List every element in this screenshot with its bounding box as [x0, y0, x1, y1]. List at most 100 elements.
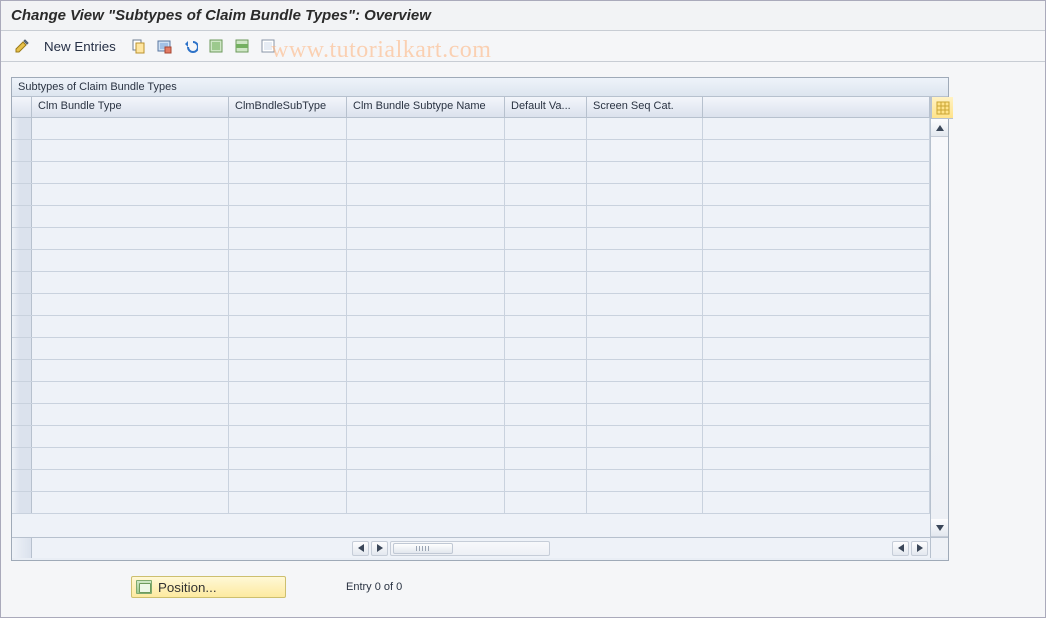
cell-clm-bundle-subtype-name[interactable]: [347, 338, 505, 359]
cell-screen-seq-cat[interactable]: [587, 470, 703, 491]
row-selector[interactable]: [12, 382, 32, 403]
row-selector[interactable]: [12, 184, 32, 205]
cell-clm-bundle-subtype-name[interactable]: [347, 360, 505, 381]
column-header-clm-bundle-subtype-name[interactable]: Clm Bundle Subtype Name: [347, 97, 505, 117]
cell-clm-bndle-subtype[interactable]: [229, 272, 347, 293]
cell-screen-seq-cat[interactable]: [587, 426, 703, 447]
cell-clm-bundle-subtype-name[interactable]: [347, 228, 505, 249]
cell-clm-bundle-subtype-name[interactable]: [347, 162, 505, 183]
cell-clm-bndle-subtype[interactable]: [229, 162, 347, 183]
table-settings-button[interactable]: [931, 97, 953, 119]
hscroll-track[interactable]: [390, 541, 550, 556]
cell-clm-bundle-subtype-name[interactable]: [347, 492, 505, 513]
cell-clm-bndle-subtype[interactable]: [229, 184, 347, 205]
cell-clm-bndle-subtype[interactable]: [229, 206, 347, 227]
cell-default-value[interactable]: [505, 206, 587, 227]
cell-default-value[interactable]: [505, 140, 587, 161]
cell-clm-bndle-subtype[interactable]: [229, 140, 347, 161]
cell-screen-seq-cat[interactable]: [587, 184, 703, 205]
row-selector[interactable]: [12, 294, 32, 315]
cell-clm-bundle-subtype-name[interactable]: [347, 426, 505, 447]
cell-clm-bundle-subtype-name[interactable]: [347, 140, 505, 161]
cell-clm-bndle-subtype[interactable]: [229, 250, 347, 271]
cell-screen-seq-cat[interactable]: [587, 338, 703, 359]
cell-default-value[interactable]: [505, 470, 587, 491]
cell-default-value[interactable]: [505, 272, 587, 293]
cell-clm-bundle-subtype-name[interactable]: [347, 316, 505, 337]
new-entries-button[interactable]: New Entries: [37, 36, 123, 56]
cell-screen-seq-cat[interactable]: [587, 316, 703, 337]
cell-clm-bndle-subtype[interactable]: [229, 470, 347, 491]
cell-clm-bundle-subtype-name[interactable]: [347, 470, 505, 491]
cell-clm-bundle-type[interactable]: [32, 382, 229, 403]
cell-default-value[interactable]: [505, 250, 587, 271]
row-selector[interactable]: [12, 338, 32, 359]
cell-clm-bndle-subtype[interactable]: [229, 426, 347, 447]
cell-clm-bundle-subtype-name[interactable]: [347, 184, 505, 205]
cell-clm-bundle-subtype-name[interactable]: [347, 118, 505, 139]
cell-clm-bundle-type[interactable]: [32, 184, 229, 205]
cell-clm-bundle-type[interactable]: [32, 492, 229, 513]
cell-clm-bundle-subtype-name[interactable]: [347, 294, 505, 315]
cell-screen-seq-cat[interactable]: [587, 294, 703, 315]
cell-clm-bndle-subtype[interactable]: [229, 492, 347, 513]
cell-screen-seq-cat[interactable]: [587, 140, 703, 161]
cell-clm-bundle-type[interactable]: [32, 272, 229, 293]
row-selector[interactable]: [12, 470, 32, 491]
cell-screen-seq-cat[interactable]: [587, 360, 703, 381]
cell-clm-bndle-subtype[interactable]: [229, 294, 347, 315]
row-selector[interactable]: [12, 492, 32, 513]
column-header-default-value[interactable]: Default Va...: [505, 97, 587, 117]
deselect-all-button[interactable]: [257, 36, 279, 56]
row-selector[interactable]: [12, 404, 32, 425]
cell-screen-seq-cat[interactable]: [587, 404, 703, 425]
cell-clm-bndle-subtype[interactable]: [229, 448, 347, 469]
cell-default-value[interactable]: [505, 426, 587, 447]
cell-clm-bndle-subtype[interactable]: [229, 228, 347, 249]
cell-clm-bundle-subtype-name[interactable]: [347, 448, 505, 469]
select-all-button[interactable]: [205, 36, 227, 56]
cell-clm-bndle-subtype[interactable]: [229, 316, 347, 337]
row-selector[interactable]: [12, 426, 32, 447]
cell-clm-bundle-type[interactable]: [32, 228, 229, 249]
delete-button[interactable]: [153, 36, 175, 56]
hscroll-thumb[interactable]: [393, 543, 453, 554]
cell-clm-bundle-type[interactable]: [32, 448, 229, 469]
row-selector[interactable]: [12, 162, 32, 183]
cell-clm-bndle-subtype[interactable]: [229, 382, 347, 403]
cell-default-value[interactable]: [505, 184, 587, 205]
cell-screen-seq-cat[interactable]: [587, 448, 703, 469]
row-selector[interactable]: [12, 228, 32, 249]
cell-default-value[interactable]: [505, 294, 587, 315]
vscroll-down-button[interactable]: [931, 519, 948, 537]
cell-screen-seq-cat[interactable]: [587, 118, 703, 139]
hscroll-right-button[interactable]: [371, 541, 388, 556]
cell-clm-bundle-type[interactable]: [32, 294, 229, 315]
cell-default-value[interactable]: [505, 492, 587, 513]
hscroll-right-button-2[interactable]: [911, 541, 928, 556]
cell-default-value[interactable]: [505, 448, 587, 469]
row-selector[interactable]: [12, 206, 32, 227]
row-selector[interactable]: [12, 140, 32, 161]
cell-clm-bundle-subtype-name[interactable]: [347, 206, 505, 227]
hscroll-left-button-2[interactable]: [892, 541, 909, 556]
cell-clm-bundle-type[interactable]: [32, 470, 229, 491]
cell-clm-bundle-type[interactable]: [32, 426, 229, 447]
cell-clm-bundle-type[interactable]: [32, 316, 229, 337]
row-selector[interactable]: [12, 272, 32, 293]
cell-default-value[interactable]: [505, 162, 587, 183]
cell-screen-seq-cat[interactable]: [587, 206, 703, 227]
hscroll-left-button[interactable]: [352, 541, 369, 556]
row-selector[interactable]: [12, 250, 32, 271]
cell-clm-bundle-subtype-name[interactable]: [347, 404, 505, 425]
cell-screen-seq-cat[interactable]: [587, 162, 703, 183]
row-selector[interactable]: [12, 448, 32, 469]
cell-screen-seq-cat[interactable]: [587, 492, 703, 513]
select-block-button[interactable]: [231, 36, 253, 56]
column-header-clm-bndle-subtype[interactable]: ClmBndleSubType: [229, 97, 347, 117]
cell-default-value[interactable]: [505, 360, 587, 381]
cell-clm-bundle-type[interactable]: [32, 250, 229, 271]
cell-clm-bundle-subtype-name[interactable]: [347, 250, 505, 271]
cell-clm-bndle-subtype[interactable]: [229, 360, 347, 381]
cell-screen-seq-cat[interactable]: [587, 228, 703, 249]
